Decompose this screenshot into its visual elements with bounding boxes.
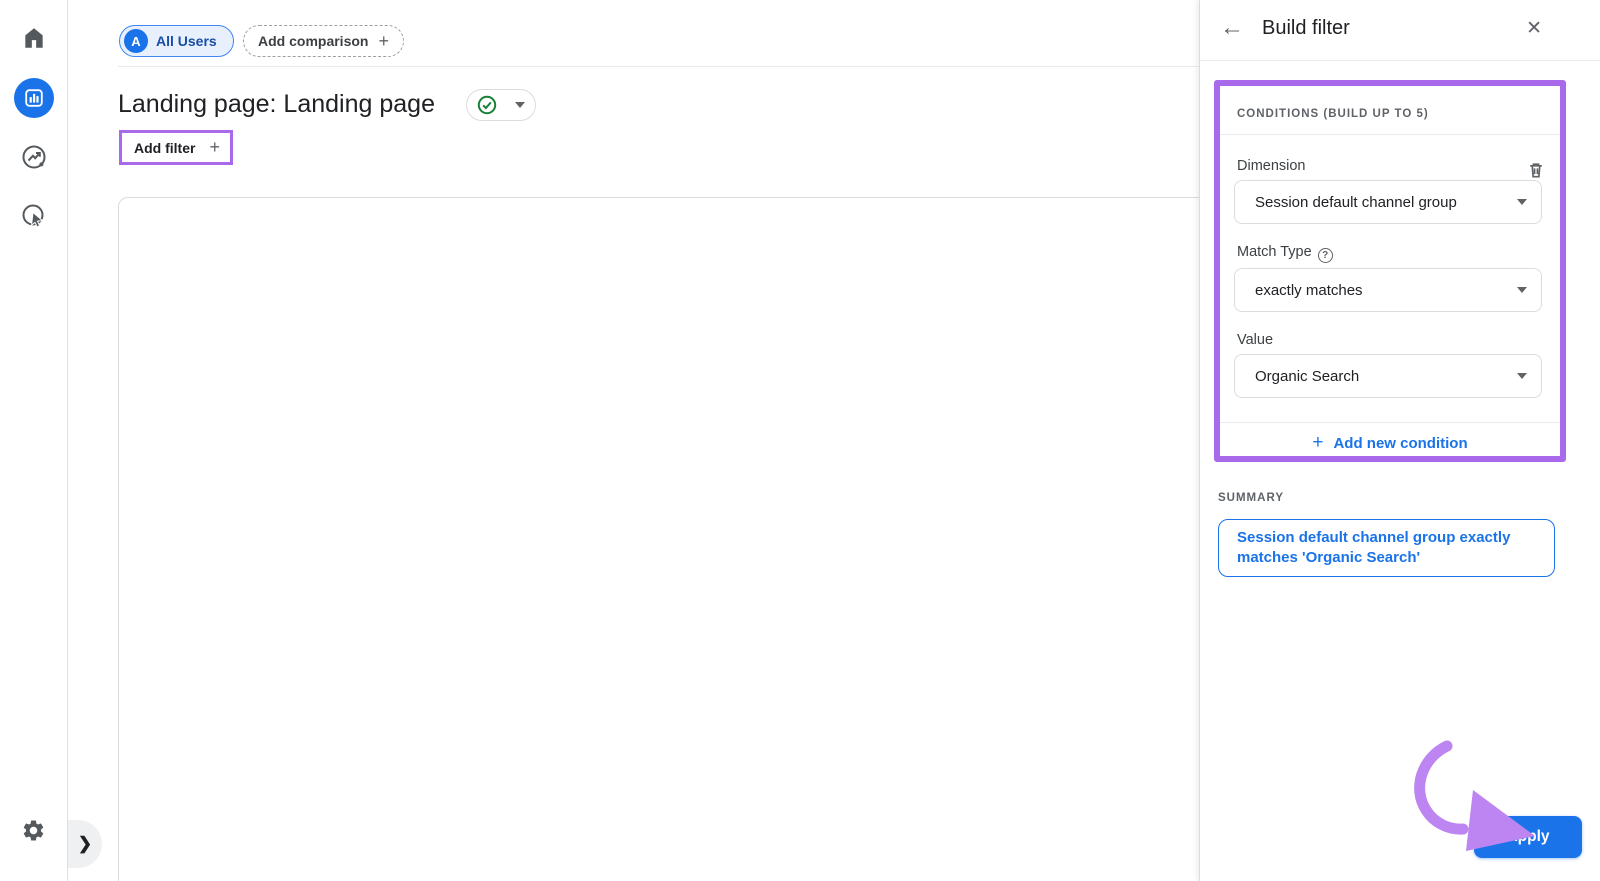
help-icon[interactable]: ? [1318, 248, 1333, 263]
add-filter-button-highlighted[interactable]: Add filter + [119, 130, 233, 165]
match-type-select[interactable]: exactly matches [1234, 268, 1542, 312]
conditions-section-highlighted: CONDITIONS (BUILD UP TO 5) Dimension Ses… [1214, 80, 1566, 462]
match-type-label: Match Type? [1237, 244, 1333, 263]
trash-icon[interactable] [1526, 160, 1546, 180]
plus-icon: + [209, 137, 220, 158]
divider [1220, 134, 1560, 135]
expand-nav-button[interactable]: ❯ [68, 820, 102, 868]
gear-icon[interactable] [20, 816, 48, 844]
audience-chip-label: All Users [156, 33, 217, 49]
check-circle-icon [477, 95, 497, 115]
close-icon[interactable]: ✕ [1526, 17, 1542, 40]
plus-icon: + [1312, 432, 1323, 453]
divider [1200, 60, 1600, 61]
summary-header: SUMMARY [1218, 492, 1284, 504]
add-new-condition-button[interactable]: +Add new condition [1220, 432, 1560, 454]
advertising-cursor-icon[interactable] [20, 202, 48, 230]
plus-icon: + [378, 31, 389, 52]
page-title: Landing page: Landing page [118, 90, 435, 119]
conditions-header: CONDITIONS (BUILD UP TO 5) [1237, 108, 1429, 120]
chevron-down-icon [1517, 373, 1527, 379]
reports-nav-active[interactable] [14, 78, 54, 118]
explore-trend-icon[interactable] [20, 143, 48, 171]
add-filter-label: Add filter [134, 140, 195, 156]
value-label: Value [1237, 332, 1273, 348]
add-comparison-button[interactable]: Add comparison + [243, 25, 404, 57]
left-nav [0, 0, 68, 881]
chevron-down-icon [1517, 199, 1527, 205]
back-arrow-icon[interactable]: ← [1220, 14, 1244, 42]
bar-chart-icon [23, 87, 45, 109]
divider [118, 66, 1199, 67]
chevron-down-icon [515, 102, 525, 108]
build-filter-panel: ← Build filter ✕ CONDITIONS (BUILD UP TO… [1199, 0, 1600, 881]
report-validity-pill[interactable] [466, 89, 536, 121]
divider [1220, 422, 1560, 423]
add-comparison-label: Add comparison [258, 33, 368, 49]
value-select[interactable]: Organic Search [1234, 354, 1542, 398]
audience-chip-all-users[interactable]: A All Users [119, 25, 234, 57]
audience-badge: A [124, 29, 148, 53]
apply-button[interactable]: Apply [1474, 816, 1582, 858]
panel-title: Build filter [1262, 17, 1350, 40]
filter-summary-chip[interactable]: Session default channel group exactly ma… [1218, 519, 1555, 577]
chevron-down-icon [1517, 287, 1527, 293]
dimension-label: Dimension [1237, 158, 1306, 174]
dimension-select[interactable]: Session default channel group [1234, 180, 1542, 224]
chevron-right-icon: ❯ [78, 834, 92, 854]
home-icon[interactable] [20, 24, 48, 52]
ga4-report-page: ❯ A All Users Add comparison + Landing p… [0, 0, 1600, 881]
